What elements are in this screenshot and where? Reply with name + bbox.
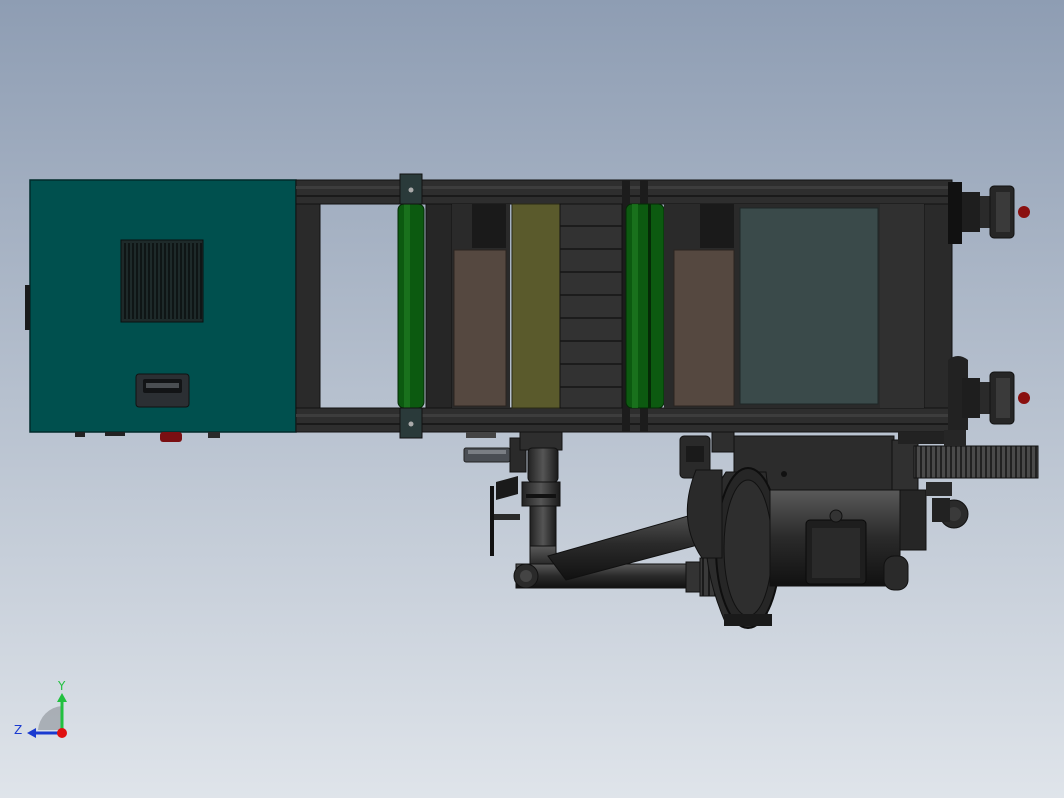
axis-z-label: Z — [14, 723, 22, 737]
olive-panel — [511, 203, 561, 409]
slate-panel — [738, 204, 924, 408]
axis-y-label: Y — [57, 679, 66, 693]
green-roller-right[interactable] — [625, 203, 665, 409]
emergency-stop-icon[interactable] — [160, 432, 182, 442]
brown-panel-right — [664, 204, 738, 408]
cad-viewport[interactable]: Y Z — [0, 0, 1064, 798]
green-roller-left[interactable] — [397, 173, 425, 439]
control-box[interactable] — [25, 179, 297, 442]
handle-icon[interactable] — [135, 373, 190, 408]
slat-panel — [559, 203, 623, 409]
brown-panel-left — [452, 204, 510, 408]
vent-grille-icon — [120, 239, 204, 323]
